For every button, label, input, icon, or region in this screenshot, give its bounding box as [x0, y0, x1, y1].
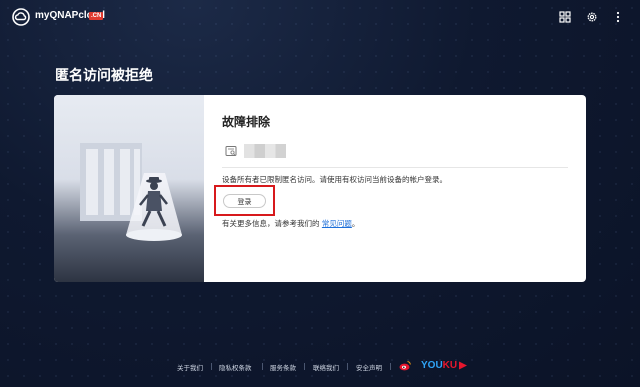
access-denied-card: 故障排除 设备所有者已限制匿名访问。请使用有权访问当前设备的帐户登录。 登录 有…	[54, 95, 586, 282]
nas-device-icon	[225, 146, 237, 156]
device-name-redacted	[244, 144, 286, 158]
footer-privacy-link[interactable]: 隐私权条款	[219, 362, 252, 372]
footer-separator	[347, 363, 348, 370]
restriction-message: 设备所有者已限制匿名访问。请使用有权访问当前设备的帐户登录。	[222, 175, 447, 184]
youku-logo[interactable]: YOUKU	[421, 360, 457, 371]
page-title: 匿名访问被拒绝	[55, 68, 153, 84]
footer-security-link[interactable]: 安全声明	[356, 362, 382, 372]
top-bar: myQNAPcloud .CN	[0, 0, 640, 34]
weibo-icon[interactable]	[399, 360, 411, 371]
more-info-text: 有关更多信息，请参考我们的 常见问题。	[222, 218, 359, 229]
more-info-suffix: 。	[351, 219, 360, 228]
more-info-prefix: 有关更多信息，请参考我们的	[222, 219, 322, 228]
troubleshooting-panel: 故障排除 设备所有者已限制匿名访问。请使用有权访问当前设备的帐户登录。 登录 有…	[204, 95, 586, 282]
more-vertical-icon[interactable]	[612, 11, 624, 23]
troubleshooting-title: 故障排除	[222, 115, 271, 129]
login-button[interactable]: 登录	[223, 194, 266, 208]
apps-grid-icon[interactable]	[559, 11, 571, 23]
spy-illustration	[54, 95, 204, 282]
youku-play-icon	[459, 361, 467, 370]
divider	[222, 167, 568, 168]
footer-contact-link[interactable]: 联络我们	[313, 362, 339, 372]
footer-separator	[211, 363, 212, 370]
footer-separator	[262, 363, 263, 370]
settings-gear-icon[interactable]	[586, 11, 598, 23]
footer-about-link[interactable]: 关于我们	[177, 362, 203, 372]
footer-terms-link[interactable]: 服务条款	[270, 362, 296, 372]
footer-separator	[390, 363, 391, 370]
cloud-logo-icon[interactable]	[12, 8, 30, 26]
footer: 关于我们 隐私权条款 服务条款 联络我们 安全声明 YOUKU	[0, 360, 640, 374]
footer-separator	[304, 363, 305, 370]
faq-link[interactable]: 常见问题	[322, 219, 352, 228]
region-badge: .CN	[89, 12, 104, 20]
